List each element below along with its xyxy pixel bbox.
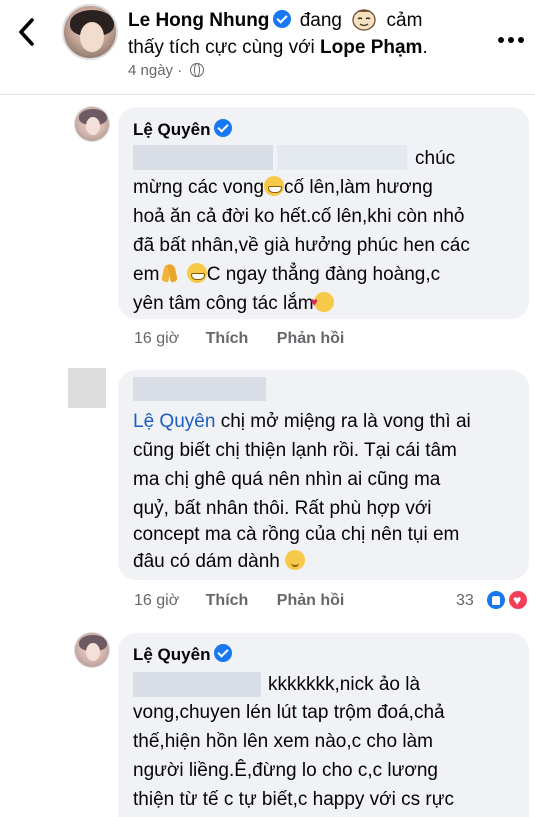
- like-button[interactable]: Thích: [206, 592, 249, 609]
- post-status-line: Le Hong Nhung đang cảm: [128, 6, 422, 33]
- like-button[interactable]: Thích: [206, 330, 249, 347]
- comment-text-line: quỷ, bất nhân thôi. Rất phù hợp với: [133, 498, 432, 519]
- comment-text-line: kkkkkkk,nick ảo là: [268, 674, 421, 695]
- grin-emoji-icon: [264, 176, 285, 196]
- poster-name[interactable]: Le Hong Nhung: [128, 10, 269, 31]
- comment-text-line: concept ma cà rồng của chị nên tụi em: [133, 524, 460, 545]
- status-text: thấy tích cực cùng với: [128, 37, 315, 58]
- header-divider: [0, 94, 535, 95]
- globe-icon: [190, 63, 205, 77]
- reply-button[interactable]: Phản hồi: [277, 330, 345, 347]
- redacted-block: [133, 672, 261, 697]
- status-prefix: đang: [299, 10, 342, 31]
- chevron-left-icon[interactable]: [12, 14, 42, 50]
- comment-text-line: hoả ăn cả đời ko hết.cố lên,khi còn nhỏ: [133, 206, 465, 227]
- comment-time[interactable]: 16 giờ: [134, 330, 179, 347]
- comment-text-line: ma chị ghê quá nên nhìn ai cũng ma: [133, 469, 441, 490]
- tagged-name[interactable]: Lope Phạm: [320, 37, 422, 58]
- status-period: .: [422, 37, 428, 58]
- status-word: cảm: [386, 10, 423, 31]
- comment-text-line: Lệ Quyên chị mở miệng ra là vong thì ai: [133, 411, 471, 432]
- verified-badge-icon: [214, 119, 233, 137]
- redacted-author[interactable]: [133, 377, 266, 401]
- love-reaction-icon[interactable]: [507, 589, 529, 611]
- comment-actions: 16 giờ Thích Phản hồi: [134, 330, 368, 348]
- comment-author[interactable]: Lệ Quyên: [133, 644, 235, 666]
- comment-actions: 16 giờ Thích Phản hồi: [134, 592, 368, 610]
- comment-text-line: mừng các vong cố lên,làm hương: [133, 176, 433, 198]
- comment-time[interactable]: 16 giờ: [134, 592, 179, 609]
- meta-dot: ·: [177, 62, 183, 79]
- comment-text-line: đâu có dám dành: [133, 547, 306, 576]
- verified-badge-icon: [214, 644, 233, 662]
- comment-text-line: đã bất nhân,về già hưởng phúc hen các: [133, 235, 470, 256]
- commenter-avatar[interactable]: [74, 632, 110, 668]
- redacted-block: [133, 145, 273, 170]
- relieved-emoji-icon: [285, 550, 306, 570]
- comment-author[interactable]: Lệ Quyên: [133, 119, 235, 141]
- comment-text-line: vong,chuyen lén lút tap trộm đoá,chả: [133, 702, 445, 723]
- reaction-count[interactable]: 33: [456, 592, 474, 610]
- comment-text-line: chúc: [415, 148, 456, 169]
- poster-avatar[interactable]: [62, 4, 118, 60]
- comment-text-line: người liềng.Ê,đừng lo cho c,c lương: [133, 760, 438, 781]
- mention-link[interactable]: Lệ Quyên: [133, 411, 215, 432]
- comment-text-line: thế,hiện hồn lên xem nào,c cho làm: [133, 731, 433, 752]
- post-status-line-2: thấy tích cực cùng với Lope Phạm.: [128, 36, 428, 60]
- redacted-block: [277, 145, 407, 170]
- comment-text-line: em C ngay thẳng đàng hoàng,c: [133, 263, 441, 285]
- verified-badge-icon: [273, 10, 292, 28]
- comment-text-line: cũng biết chị thiện lạnh rồi. Tại cái tâ…: [133, 440, 457, 461]
- commenter-avatar[interactable]: [68, 368, 106, 408]
- reply-button[interactable]: Phản hồi: [277, 592, 345, 609]
- post-header: Le Hong Nhung đang cảm thấy tích cực cùn…: [0, 0, 535, 92]
- post-meta: 4 ngày ·: [128, 62, 205, 79]
- pray-emoji-icon: [159, 263, 181, 283]
- emoji-face-icon: [352, 9, 376, 31]
- grin-emoji-icon: [186, 263, 207, 283]
- hearts-emoji-icon: [311, 288, 334, 317]
- more-dots-icon[interactable]: [498, 30, 528, 43]
- comment-text-line: thiện từ tế c tự biết,c happy với cs rực: [133, 789, 454, 810]
- comment-text-line: yên tâm công tác lắm: [133, 288, 334, 318]
- like-reaction-icon[interactable]: [485, 589, 507, 611]
- post-time[interactable]: 4 ngày: [128, 62, 173, 79]
- commenter-avatar[interactable]: [74, 106, 110, 142]
